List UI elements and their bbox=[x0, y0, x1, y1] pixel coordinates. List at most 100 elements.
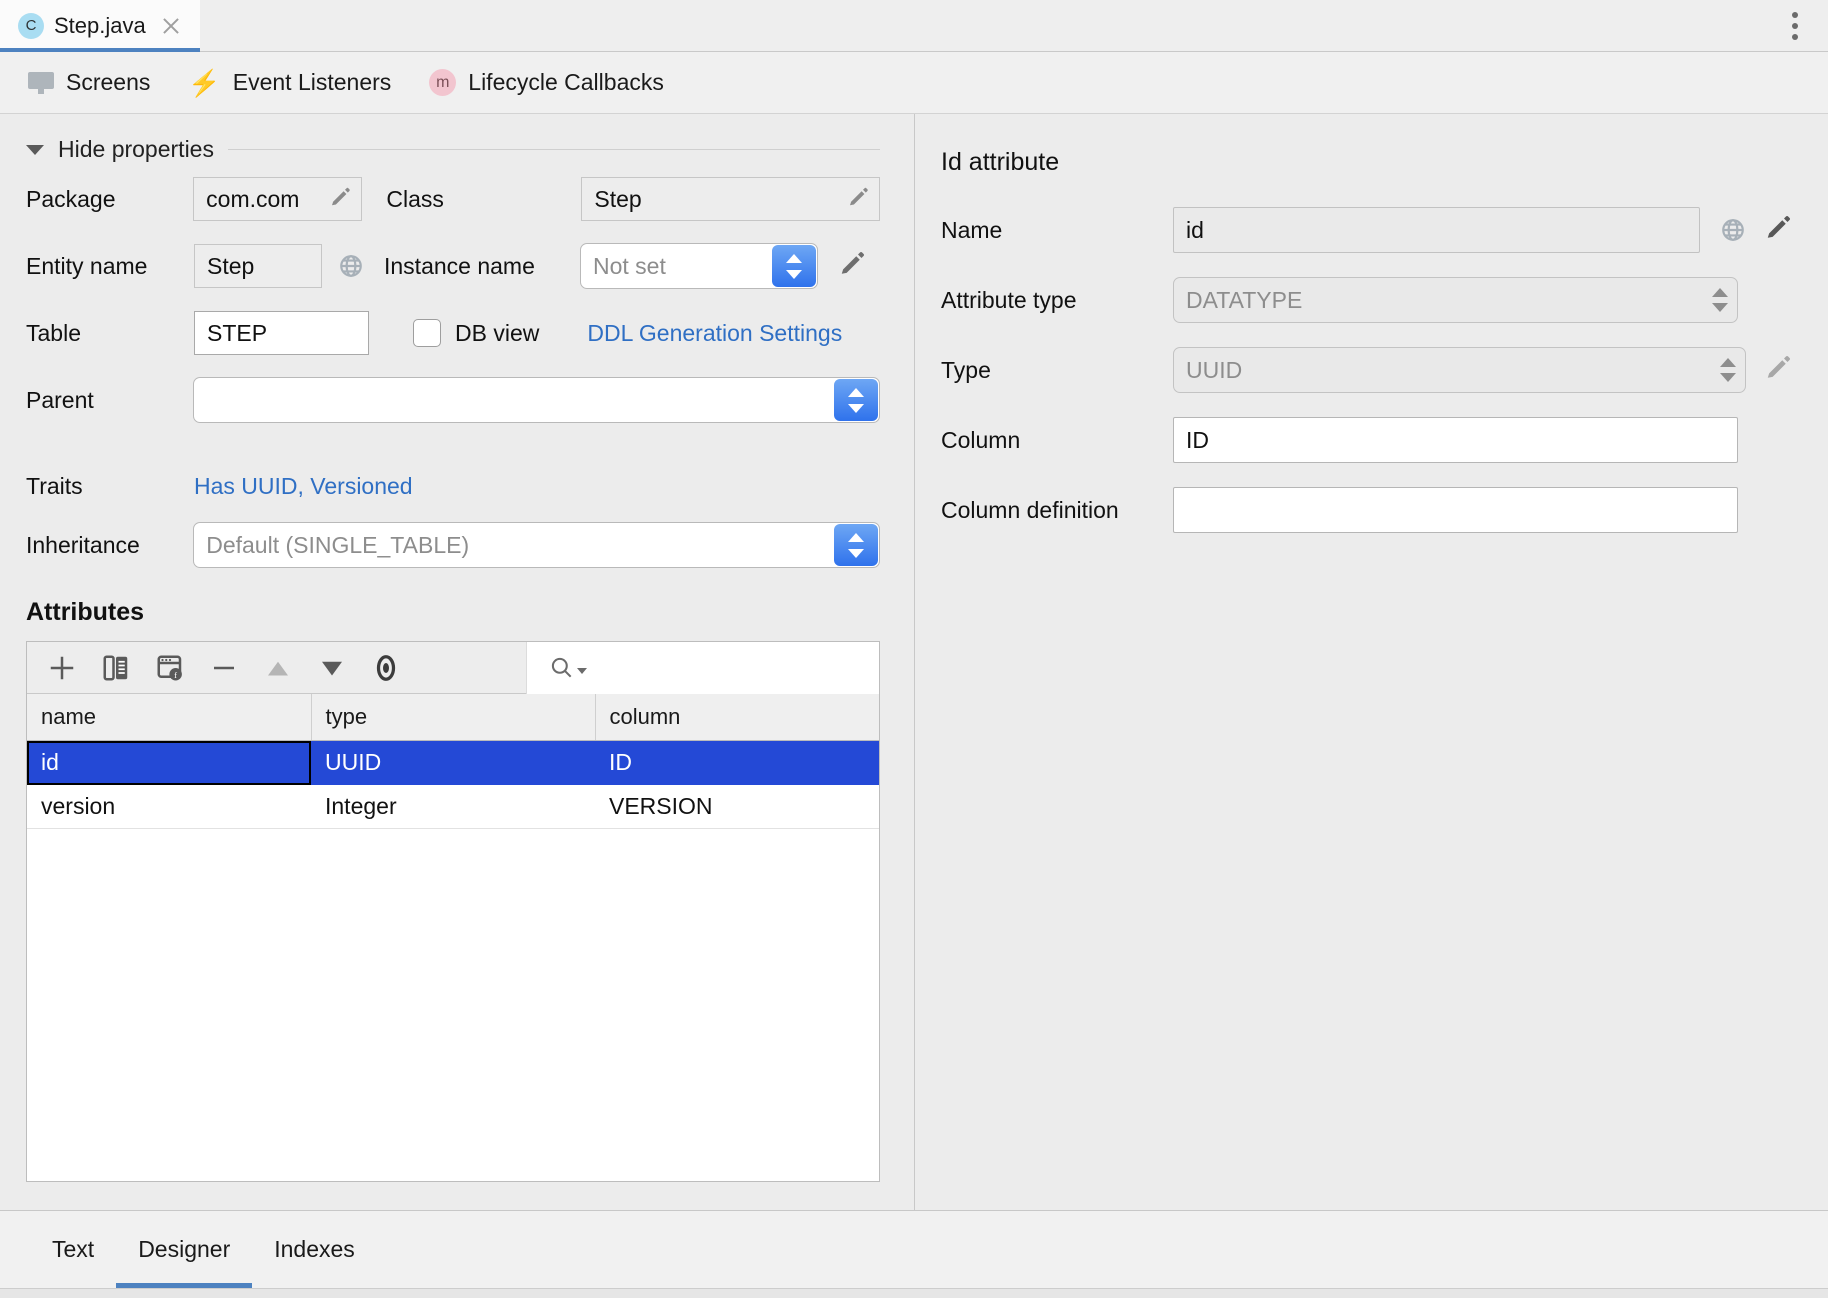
row-inheritance: Inheritance Default (SINGLE_TABLE) bbox=[26, 522, 880, 568]
nav-item-screens[interactable]: Screens bbox=[28, 69, 150, 96]
designer-split: Hide properties Package com.com Class S bbox=[0, 114, 1828, 1210]
parent-value bbox=[194, 378, 833, 422]
class-field[interactable]: Step bbox=[581, 177, 880, 221]
db-view-checkbox[interactable] bbox=[413, 319, 441, 347]
section-divider bbox=[228, 149, 880, 150]
column-field[interactable]: ID bbox=[1173, 417, 1738, 463]
ddl-generation-settings-link[interactable]: DDL Generation Settings bbox=[587, 320, 842, 347]
type-label: Type bbox=[941, 357, 1173, 384]
hide-properties-toggle[interactable]: Hide properties bbox=[26, 136, 914, 163]
kebab-menu-icon[interactable] bbox=[1772, 0, 1818, 51]
inheritance-combo[interactable]: Default (SINGLE_TABLE) bbox=[193, 522, 880, 568]
stepper-updown-icon[interactable] bbox=[772, 245, 816, 287]
detail-name-label: Name bbox=[941, 217, 1173, 244]
attributes-table-header: name type column bbox=[27, 694, 879, 741]
stepper-updown-icon[interactable] bbox=[1703, 278, 1737, 322]
column-value: ID bbox=[1186, 427, 1209, 454]
instance-name-value: Not set bbox=[581, 244, 771, 288]
column-definition-label: Column definition bbox=[941, 497, 1173, 524]
row-package-class: Package com.com Class Step bbox=[26, 177, 880, 221]
cell-column: ID bbox=[595, 741, 879, 785]
attributes-toolbar-buttons: f bbox=[27, 648, 526, 688]
tab-designer[interactable]: Designer bbox=[116, 1211, 252, 1288]
nav-item-lifecycle-callbacks[interactable]: m Lifecycle Callbacks bbox=[429, 69, 664, 96]
entity-properties-pane: Hide properties Package com.com Class S bbox=[0, 114, 915, 1210]
status-bar-strip bbox=[0, 1288, 1828, 1298]
package-field[interactable]: com.com bbox=[193, 177, 362, 221]
move-down-button[interactable] bbox=[311, 648, 353, 688]
table-row[interactable]: id UUID ID bbox=[27, 741, 879, 785]
pencil-icon[interactable] bbox=[847, 187, 871, 211]
hide-properties-label: Hide properties bbox=[58, 136, 214, 163]
row-traits: Traits Has UUID, Versioned bbox=[26, 473, 880, 500]
cell-column: VERSION bbox=[595, 785, 879, 829]
row-entity-instance: Entity name Step Instance name Not set bbox=[26, 243, 880, 289]
cell-type: Integer bbox=[311, 785, 595, 829]
row-column-definition: Column definition bbox=[941, 487, 1794, 533]
row-type: Type UUID bbox=[941, 347, 1794, 393]
globe-icon[interactable] bbox=[338, 253, 364, 279]
chevron-down-icon bbox=[26, 145, 44, 155]
entity-properties-form: Package com.com Class Step bbox=[0, 177, 914, 590]
entity-name-field[interactable]: Step bbox=[194, 244, 322, 288]
instance-name-combo[interactable]: Not set bbox=[580, 243, 818, 289]
duplicate-attribute-button[interactable] bbox=[95, 648, 137, 688]
parent-label: Parent bbox=[26, 387, 193, 414]
parent-combo[interactable] bbox=[193, 377, 880, 423]
type-value: UUID bbox=[1174, 348, 1711, 392]
close-icon[interactable] bbox=[160, 15, 182, 37]
lightning-bolt-icon: ⚡ bbox=[188, 70, 220, 96]
monitor-icon bbox=[28, 72, 54, 94]
editor-mode-tabs: Text Designer Indexes bbox=[0, 1210, 1828, 1288]
stepper-updown-icon[interactable] bbox=[834, 379, 878, 421]
detail-name-value: id bbox=[1186, 217, 1204, 244]
package-label: Package bbox=[26, 186, 193, 213]
tab-text[interactable]: Text bbox=[30, 1211, 116, 1288]
table-value: STEP bbox=[207, 320, 267, 347]
search-input[interactable] bbox=[587, 654, 879, 682]
add-from-database-button[interactable]: f bbox=[149, 648, 191, 688]
entity-name-label: Entity name bbox=[26, 253, 194, 280]
class-value: Step bbox=[594, 186, 641, 213]
pencil-icon[interactable] bbox=[329, 187, 353, 211]
attribute-type-combo[interactable]: DATATYPE bbox=[1173, 277, 1738, 323]
column-header-column[interactable]: column bbox=[595, 694, 879, 741]
instance-name-label: Instance name bbox=[384, 253, 580, 280]
type-combo[interactable]: UUID bbox=[1173, 347, 1746, 393]
pencil-icon[interactable] bbox=[838, 251, 868, 281]
column-label: Column bbox=[941, 427, 1173, 454]
table-row[interactable]: version Integer VERSION bbox=[27, 785, 879, 829]
nav-item-event-listeners[interactable]: ⚡ Event Listeners bbox=[188, 69, 391, 96]
file-tab-step-java[interactable]: C Step.java bbox=[0, 0, 200, 51]
attributes-search-field[interactable] bbox=[526, 642, 879, 694]
remove-attribute-button[interactable] bbox=[203, 648, 245, 688]
tab-indexes[interactable]: Indexes bbox=[252, 1211, 377, 1288]
column-definition-field[interactable] bbox=[1173, 487, 1738, 533]
tab-indexes-label: Indexes bbox=[274, 1236, 355, 1263]
move-up-button[interactable] bbox=[257, 648, 299, 688]
column-header-type[interactable]: type bbox=[311, 694, 595, 741]
detail-name-field[interactable]: id bbox=[1173, 207, 1700, 253]
table-field[interactable]: STEP bbox=[194, 311, 369, 355]
entity-name-value: Step bbox=[207, 253, 254, 280]
globe-icon[interactable] bbox=[1720, 217, 1746, 243]
pencil-icon[interactable] bbox=[1764, 355, 1794, 385]
method-m-icon: m bbox=[429, 69, 456, 96]
editor-tab-bar: C Step.java bbox=[0, 0, 1828, 52]
stepper-updown-icon[interactable] bbox=[834, 524, 878, 566]
stepper-updown-icon[interactable] bbox=[1711, 348, 1745, 392]
nav-item-screens-label: Screens bbox=[66, 69, 150, 96]
attributes-heading: Attributes bbox=[26, 598, 914, 627]
eye-icon[interactable] bbox=[365, 648, 407, 688]
column-header-name[interactable]: name bbox=[27, 694, 311, 741]
add-attribute-button[interactable] bbox=[41, 648, 83, 688]
table-label: Table bbox=[26, 320, 194, 347]
nav-item-event-listeners-label: Event Listeners bbox=[233, 69, 392, 96]
row-column: Column ID bbox=[941, 417, 1794, 463]
traits-value-link[interactable]: Has UUID, Versioned bbox=[194, 473, 413, 500]
row-detail-name: Name id bbox=[941, 207, 1794, 253]
nav-item-lifecycle-callbacks-label: Lifecycle Callbacks bbox=[468, 69, 664, 96]
cell-name: version bbox=[27, 785, 311, 829]
pencil-icon[interactable] bbox=[1764, 215, 1794, 245]
tab-designer-label: Designer bbox=[138, 1236, 230, 1263]
